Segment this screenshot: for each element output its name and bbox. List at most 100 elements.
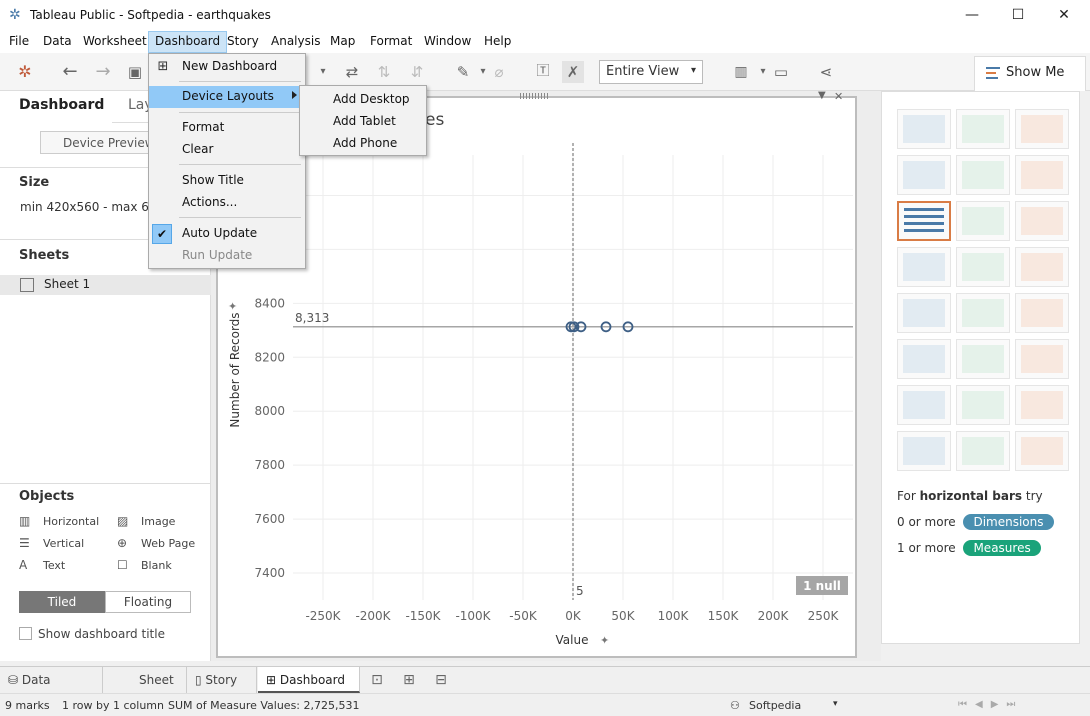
object-image[interactable]: ▨ Image xyxy=(117,514,175,528)
chart-type-bullet-graph-icon[interactable] xyxy=(956,431,1010,471)
clear-sheet-icon[interactable]: ✗ xyxy=(562,61,584,83)
chart-type-lines-continuous-icon[interactable] xyxy=(897,293,951,333)
chart-type-area-continuous-icon[interactable] xyxy=(897,339,951,379)
remove-sheet-icon[interactable]: ✕ xyxy=(834,90,843,103)
new-dashboard-icon[interactable]: ⊞ xyxy=(398,671,420,689)
tab-dashboard[interactable]: Dashboard xyxy=(19,97,104,113)
sort-descending-icon[interactable]: ⇵ xyxy=(406,61,428,83)
chart-type-area-discrete-icon[interactable] xyxy=(956,339,1010,379)
presentation-icon[interactable]: ▭ xyxy=(770,61,792,83)
save-icon[interactable]: ▣ xyxy=(124,61,146,83)
attach-icon[interactable]: ⌀ xyxy=(488,61,510,83)
menu-actions[interactable]: Actions... xyxy=(149,192,305,214)
menu-show-title[interactable]: Show Title xyxy=(149,170,305,192)
menu-clear[interactable]: Clear xyxy=(149,139,305,161)
text-icon: A xyxy=(19,558,28,572)
chart-type-highlight-table-icon[interactable] xyxy=(1015,109,1069,149)
maximize-button[interactable]: ☐ xyxy=(998,4,1038,28)
chart-type-symbol-map-icon[interactable] xyxy=(897,155,951,195)
floating-toggle[interactable]: Floating xyxy=(105,591,191,613)
chart-type-text-table-icon[interactable] xyxy=(897,109,951,149)
menu-add-tablet[interactable]: Add Tablet xyxy=(300,111,426,133)
sheet-menu-icon[interactable]: ▼ xyxy=(818,90,826,101)
sort-ascending-icon[interactable]: ⇅ xyxy=(373,61,395,83)
menu-add-desktop[interactable]: Add Desktop xyxy=(300,89,426,111)
checkbox-label: Show dashboard title xyxy=(38,627,165,641)
thumbnail-preview xyxy=(962,345,1004,373)
minimize-button[interactable]: — xyxy=(952,4,992,28)
show-me-icon xyxy=(986,67,1000,79)
object-label: Blank xyxy=(141,559,172,572)
menu-analysis[interactable]: Analysis xyxy=(271,34,320,48)
object-vertical[interactable]: ☰ Vertical xyxy=(19,536,84,550)
show-dashboard-title-checkbox[interactable]: Show dashboard title xyxy=(19,627,165,641)
tab-dashboard-1[interactable]: ⊞ Dashboard 1 xyxy=(258,667,360,713)
tableau-home-icon[interactable]: ✲ xyxy=(14,61,36,83)
dropdown-arrow-icon[interactable]: ▾ xyxy=(312,61,334,83)
show-cards-icon[interactable]: ▥ xyxy=(730,61,752,83)
chart-type-scatter-plot-icon[interactable] xyxy=(897,385,951,425)
menu-add-phone[interactable]: Add Phone xyxy=(300,133,426,155)
chart-type-side-by-side-circles-icon[interactable] xyxy=(1015,247,1069,287)
chart-type-circle-views-icon[interactable] xyxy=(956,247,1010,287)
menu-new-dashboard[interactable]: ⊞ New Dashboard xyxy=(149,56,305,78)
menu-auto-update[interactable]: ✔ Auto Update xyxy=(149,223,305,245)
share-icon[interactable]: ⋖ xyxy=(815,61,837,83)
chart-type-stacked-bars-icon[interactable] xyxy=(956,201,1010,241)
object-web-page[interactable]: ⊕ Web Page xyxy=(117,536,195,550)
menu-run-update: Run Update xyxy=(149,245,305,267)
menu-map[interactable]: Map xyxy=(330,34,355,48)
sheet-list-item[interactable]: Sheet 1 xyxy=(0,275,211,295)
menu-device-layouts[interactable]: Device Layouts xyxy=(149,86,305,108)
user-name[interactable]: Softpedia xyxy=(749,699,801,712)
highlight-icon[interactable]: ✎ xyxy=(452,61,474,83)
swap-icon[interactable]: ⇄ xyxy=(341,61,363,83)
chart-type-dual-combination-icon[interactable] xyxy=(1015,339,1069,379)
chart-type-horizontal-bars-icon[interactable] xyxy=(897,201,951,241)
show-me-tab[interactable]: Show Me xyxy=(974,56,1086,91)
thumbnail-preview xyxy=(1021,345,1063,373)
chart-type-side-by-side-bars-icon[interactable] xyxy=(1015,201,1069,241)
new-worksheet-icon[interactable]: ⊡ xyxy=(366,671,388,689)
redo-icon[interactable]: → xyxy=(92,61,114,83)
chart-type-treemap-icon[interactable] xyxy=(897,247,951,287)
menu-story[interactable]: Story xyxy=(227,34,259,48)
tiled-toggle[interactable]: Tiled xyxy=(19,591,105,613)
object-blank[interactable]: ☐ Blank xyxy=(117,558,172,572)
menu-help[interactable]: Help xyxy=(484,34,511,48)
menu-worksheet[interactable]: Worksheet xyxy=(83,34,147,48)
thumbnail-preview xyxy=(962,207,1004,235)
chart-type-gantt-chart-icon[interactable] xyxy=(897,431,951,471)
worksheet-icon xyxy=(20,278,34,292)
menu-data[interactable]: Data xyxy=(43,34,72,48)
tab-sheet-1[interactable]: Sheet 1 xyxy=(131,667,187,713)
menu-window[interactable]: Window xyxy=(424,34,471,48)
chart-type-pie-chart-icon[interactable] xyxy=(1015,155,1069,195)
chart-type-lines-discrete-icon[interactable] xyxy=(956,293,1010,333)
close-button[interactable]: ✕ xyxy=(1044,4,1084,28)
chart-type-histogram-icon[interactable] xyxy=(956,385,1010,425)
menu-format[interactable]: Format xyxy=(370,34,412,48)
size-value[interactable]: min 420x560 - max 650 xyxy=(20,200,164,214)
chart-type-filled-map-icon[interactable] xyxy=(956,155,1010,195)
user-dropdown-icon[interactable]: ▾ xyxy=(833,699,838,709)
chart-type-dual-lines-icon[interactable] xyxy=(1015,293,1069,333)
menu-file[interactable]: File xyxy=(9,34,29,48)
menu-format[interactable]: Format xyxy=(149,117,305,139)
tab-story-1[interactable]: ▯ Story 1 xyxy=(187,667,257,713)
menu-dashboard[interactable]: Dashboard xyxy=(148,31,228,53)
object-text[interactable]: A Text xyxy=(19,558,65,572)
checkbox-box xyxy=(19,627,32,640)
sheet-navigation-icon[interactable]: ⏮◀▶⏭ xyxy=(958,699,1023,710)
measures-requirement: 1 or more Measures xyxy=(897,540,1041,556)
new-story-icon[interactable]: ⊟ xyxy=(430,671,452,689)
fit-dropdown[interactable]: Entire View ▾ xyxy=(599,60,703,84)
move-handle-icon[interactable] xyxy=(520,93,550,99)
undo-icon[interactable]: ← xyxy=(59,61,81,83)
chart-type-box-and-whisker-icon[interactable] xyxy=(1015,385,1069,425)
text-box-icon[interactable]: 🅃 xyxy=(532,61,554,83)
chart-type-heat-map-icon[interactable] xyxy=(956,109,1010,149)
object-horizontal[interactable]: ▥ Horizontal xyxy=(19,514,99,528)
chart-type-packed-bubbles-icon[interactable] xyxy=(1015,431,1069,471)
tab-data-source[interactable]: ⛁ Data Source xyxy=(0,667,103,713)
